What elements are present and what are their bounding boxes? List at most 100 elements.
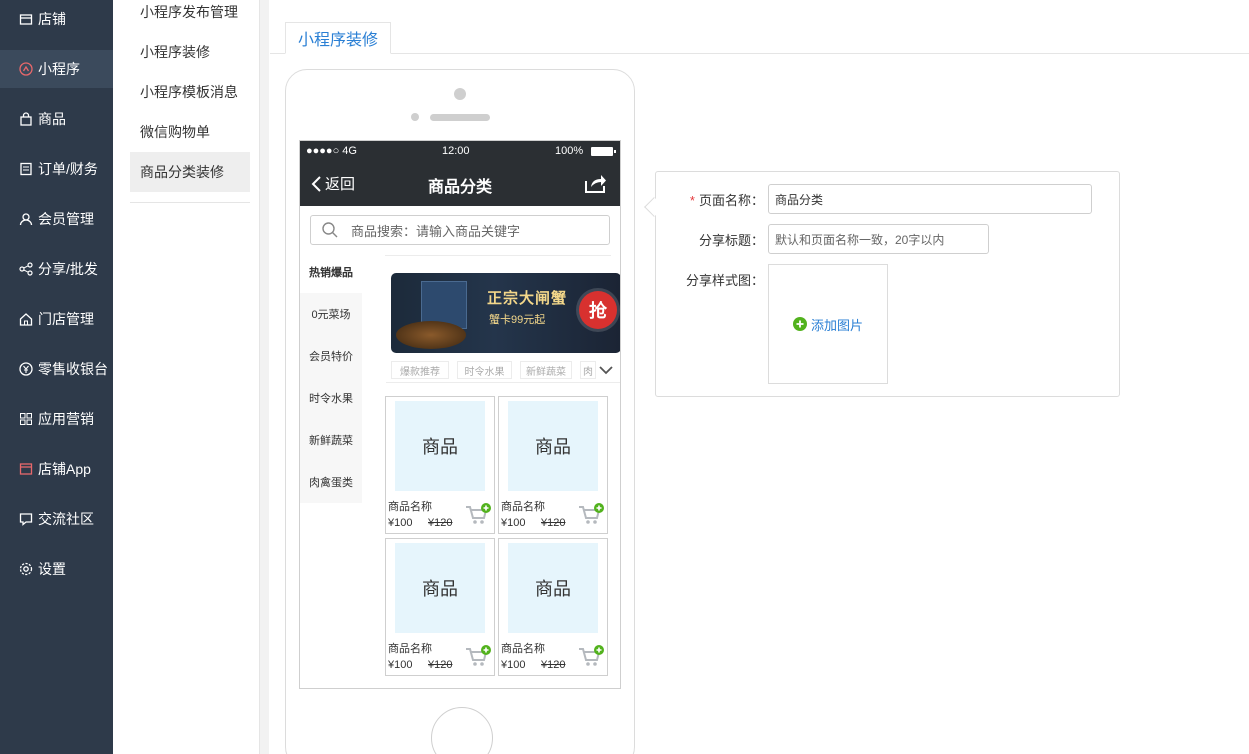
nav-item-share[interactable]: 分享/批发: [0, 250, 113, 288]
nav-item-label: 商品: [38, 111, 66, 127]
banner-subline: 蟹卡99元起: [489, 314, 546, 326]
category-item[interactable]: 0元菜场: [300, 293, 362, 335]
share-title-input[interactable]: 默认和页面名称一致，20字以内: [768, 224, 989, 254]
subcategory-tab[interactable]: 时令水果: [457, 361, 512, 379]
category-item[interactable]: 会员特价: [300, 335, 362, 377]
add-to-cart-icon[interactable]: [465, 503, 491, 525]
search-placeholder: 商品搜索：请输入商品关键字: [351, 223, 521, 239]
category-list: 热销爆品 0元菜场 会员特价 时令水果 新鲜蔬菜 肉禽蛋类: [300, 251, 362, 503]
nav-item-store[interactable]: 店铺: [0, 0, 113, 38]
product-card[interactable]: 商品 商品名称 ¥100 ¥120: [498, 538, 608, 676]
search-icon: [322, 222, 338, 238]
subcategory-tab[interactable]: 爆款推荐: [391, 361, 449, 379]
tab-mini-program-decorate[interactable]: 小程序装修: [285, 22, 392, 54]
phone-camera: [454, 88, 466, 100]
product-image: 商品: [395, 543, 485, 633]
add-to-cart-icon[interactable]: [578, 645, 604, 667]
nav-item-label: 小程序: [38, 61, 80, 77]
category-item[interactable]: 时令水果: [300, 377, 362, 419]
share-image-label: 分享样式图：: [685, 273, 764, 288]
nav-item-marketing[interactable]: 应用营销: [0, 400, 113, 438]
label-text: 页面名称：: [698, 193, 764, 208]
app-root: 店铺 小程序 商品 订单/财务 会员管理 分享/批发 门店管理 零售收银台 应用…: [0, 0, 1249, 754]
add-to-cart-icon[interactable]: [465, 645, 491, 667]
nav-item-orders[interactable]: 订单/财务: [0, 150, 113, 188]
divider: [260, 0, 269, 754]
chevron-left-icon: [311, 175, 321, 192]
product-name: 商品名称: [388, 501, 432, 513]
sub-nav-label: 小程序装修: [140, 44, 210, 60]
status-time: 12:00: [442, 145, 470, 157]
primary-sidebar: 店铺 小程序 商品 订单/财务 会员管理 分享/批发 门店管理 零售收银台 应用…: [0, 0, 113, 754]
sub-nav-wechat-list[interactable]: 微信购物单: [130, 112, 250, 152]
nav-item-settings[interactable]: 设置: [0, 550, 113, 588]
category-item[interactable]: 热销爆品: [300, 251, 362, 293]
nav-item-community[interactable]: 交流社区: [0, 500, 113, 538]
store-icon: [18, 11, 34, 27]
nav-item-mini-program[interactable]: 小程序: [0, 50, 113, 88]
nav-item-cashier[interactable]: 零售收银台: [0, 350, 113, 388]
nav-item-label: 门店管理: [38, 311, 94, 327]
product-image: 商品: [395, 401, 485, 491]
page-name-input[interactable]: 商品分类: [768, 184, 1092, 214]
phone-screen: ●●●●○ 4G 12:00 100% 商品分类 返回 商品搜索：请输入商品关键…: [299, 140, 621, 689]
product-old-price: ¥120: [428, 517, 453, 529]
nav-item-members[interactable]: 会员管理: [0, 200, 113, 238]
chevron-down-icon[interactable]: [598, 363, 614, 377]
crab-image: [396, 321, 466, 349]
nav-item-label: 店铺: [38, 11, 66, 27]
app-icon: [18, 461, 34, 477]
nav-item-goods[interactable]: 商品: [0, 100, 113, 138]
product-price: ¥100: [388, 659, 413, 671]
subcategory-tab[interactable]: 肉: [580, 361, 596, 379]
sub-nav-label: 小程序模板消息: [140, 84, 238, 100]
battery-percent: 100%: [555, 145, 584, 157]
nav-item-label: 订单/财务: [38, 161, 98, 177]
nav-item-label: 店铺App: [38, 461, 91, 477]
nav-item-store-manage[interactable]: 门店管理: [0, 300, 113, 338]
product-card[interactable]: 商品 商品名称 ¥100 ¥120: [498, 396, 608, 534]
phone-sensor: [411, 113, 419, 121]
add-image-button[interactable]: 添加图片: [768, 264, 888, 384]
product-card[interactable]: 商品 商品名称 ¥100 ¥120: [385, 538, 495, 676]
share-title-label: 分享标题：: [698, 233, 764, 248]
nav-item-label: 分享/批发: [38, 261, 98, 277]
search-input[interactable]: 商品搜索：请输入商品关键字: [310, 215, 610, 245]
sub-nav-publish[interactable]: 小程序发布管理: [130, 0, 250, 32]
chat-icon: [18, 511, 34, 527]
sub-nav-category-decorate[interactable]: 商品分类装修: [130, 152, 250, 192]
cashier-icon: [18, 361, 34, 377]
sub-nav-template-message[interactable]: 小程序模板消息: [130, 72, 250, 112]
back-button[interactable]: 返回: [310, 173, 355, 194]
order-icon: [18, 161, 34, 177]
nav-item-label: 交流社区: [38, 511, 94, 527]
subcategory-tab[interactable]: 新鲜蔬菜: [520, 361, 572, 379]
sub-nav-decorate[interactable]: 小程序装修: [130, 32, 250, 72]
category-item[interactable]: 肉禽蛋类: [300, 461, 362, 503]
nav-item-label: 会员管理: [38, 211, 94, 227]
banner-headline: 正宗大闸蟹: [487, 290, 568, 307]
sub-nav-label: 小程序发布管理: [140, 4, 238, 20]
mini-program-icon: [18, 61, 34, 77]
product-name: 商品名称: [501, 501, 545, 513]
promo-banner[interactable]: 正宗大闸蟹 蟹卡99元起 抢: [391, 273, 620, 353]
phone-title-bar: 商品分类 返回: [300, 162, 620, 206]
share-icon: [18, 261, 34, 277]
product-old-price: ¥120: [541, 659, 566, 671]
nav-item-label: 零售收银台: [38, 361, 108, 377]
home-store-icon: [18, 311, 34, 327]
category-item[interactable]: 新鲜蔬菜: [300, 419, 362, 461]
nav-item-store-app[interactable]: 店铺App: [0, 450, 113, 488]
battery-icon: [591, 147, 616, 156]
status-bar: ●●●●○ 4G 12:00 100%: [300, 141, 620, 162]
apps-icon: [18, 411, 34, 427]
page-name-label: * 页面名称：: [664, 190, 764, 209]
subcategory-tabs: 爆款推荐 时令水果 新鲜蔬菜 肉: [386, 357, 620, 383]
banner-badge: 抢: [579, 291, 617, 329]
nav-item-label: 设置: [38, 561, 66, 577]
share-export-icon[interactable]: [583, 172, 607, 194]
add-to-cart-icon[interactable]: [578, 503, 604, 525]
product-card[interactable]: 商品 商品名称 ¥100 ¥120: [385, 396, 495, 534]
product-price: ¥100: [501, 659, 526, 671]
product-price: ¥100: [501, 517, 526, 529]
